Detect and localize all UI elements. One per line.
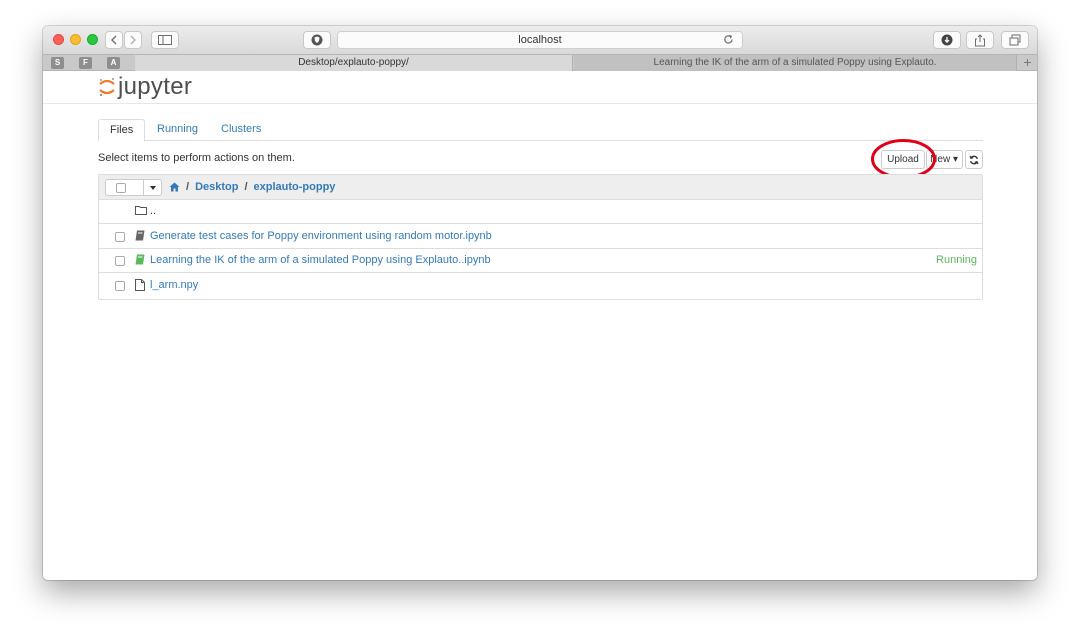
- breadcrumb-separator: /: [186, 181, 190, 193]
- back-button[interactable]: [105, 31, 123, 49]
- browser-tab-notebook[interactable]: Learning the IK of the arm of a simulate…: [574, 55, 1017, 71]
- file-name[interactable]: l_arm.npy: [150, 279, 198, 291]
- address-bar[interactable]: localhost: [337, 31, 743, 49]
- browser-window: localhost S F A Desktop/explauto-poppy/ …: [43, 26, 1037, 580]
- browser-toolbar: localhost: [43, 26, 1037, 54]
- list-item-parent[interactable]: ..: [99, 200, 982, 224]
- chevron-right-icon: [130, 35, 136, 45]
- row-checkbox[interactable]: [115, 281, 125, 291]
- tabs-overview-icon: [1009, 34, 1021, 46]
- forward-button[interactable]: [124, 31, 142, 49]
- home-icon[interactable]: [169, 182, 180, 192]
- refresh-icon: [969, 155, 979, 164]
- minimize-window-button[interactable]: [70, 34, 81, 45]
- jupyter-tabs: Files Running Clusters: [98, 119, 983, 142]
- row-checkbox[interactable]: [115, 256, 125, 266]
- caret-down-icon[interactable]: [150, 186, 156, 190]
- folder-icon: [135, 206, 147, 215]
- breadcrumb-separator: /: [244, 181, 248, 193]
- file-name[interactable]: ..: [150, 205, 156, 217]
- select-all-dropdown[interactable]: [105, 179, 162, 196]
- tab-clusters[interactable]: Clusters: [210, 119, 272, 141]
- breadcrumb: / Desktop / explauto-poppy: [169, 181, 335, 193]
- jupyter-logo-icon: [99, 78, 115, 96]
- chevron-left-icon: [111, 35, 117, 45]
- breadcrumb-desktop[interactable]: Desktop: [195, 181, 238, 193]
- upload-button[interactable]: Upload: [881, 150, 925, 169]
- browser-tab-bar: S F A Desktop/explauto-poppy/ Learning t…: [43, 54, 1037, 71]
- jupyter-logo[interactable]: jupyter: [98, 73, 192, 101]
- downloads-button[interactable]: [933, 31, 961, 49]
- share-button[interactable]: [966, 31, 994, 49]
- favorite-a[interactable]: A: [107, 57, 120, 69]
- new-dropdown-button[interactable]: New ▾: [926, 150, 963, 169]
- notebook-running-icon: [135, 254, 145, 265]
- reload-icon[interactable]: [723, 34, 734, 45]
- running-status: Running: [936, 254, 977, 266]
- instructions-text: Select items to perform actions on them.: [98, 152, 295, 164]
- sidebar-icon: [158, 35, 172, 45]
- list-item[interactable]: l_arm.npy: [99, 274, 982, 298]
- file-list-header: / Desktop / explauto-poppy: [99, 175, 982, 200]
- favorite-s[interactable]: S: [51, 57, 64, 69]
- address-text: localhost: [518, 34, 562, 46]
- file-name[interactable]: Generate test cases for Poppy environmen…: [150, 230, 492, 242]
- download-icon: [941, 34, 953, 46]
- tab-running[interactable]: Running: [146, 119, 209, 141]
- logo-text: jupyter: [118, 73, 193, 100]
- divider: [143, 180, 144, 195]
- new-label: New: [930, 154, 951, 165]
- select-all-checkbox[interactable]: [116, 183, 126, 193]
- privacy-button[interactable]: [303, 31, 331, 49]
- file-name[interactable]: Learning the IK of the arm of a simulate…: [150, 254, 491, 266]
- jupyter-header: jupyter: [43, 71, 1037, 104]
- caret-down-icon: ▾: [952, 154, 958, 165]
- file-list: / Desktop / explauto-poppy .. Generate t…: [98, 174, 983, 300]
- shield-icon: [311, 34, 323, 46]
- favorite-f[interactable]: F: [79, 57, 92, 69]
- notebook-icon: [135, 230, 145, 241]
- tab-files[interactable]: Files: [98, 119, 146, 142]
- jupyter-page: jupyter Files Running Clusters Select it…: [43, 71, 1037, 580]
- share-icon: [975, 33, 985, 46]
- breadcrumb-explauto-poppy[interactable]: explauto-poppy: [254, 181, 336, 193]
- show-tabs-button[interactable]: [1001, 31, 1029, 49]
- browser-tab-active[interactable]: Desktop/explauto-poppy/: [135, 55, 573, 71]
- list-item[interactable]: Generate test cases for Poppy environmen…: [99, 225, 982, 249]
- close-window-button[interactable]: [53, 34, 64, 45]
- tab-title: Desktop/explauto-poppy/: [298, 57, 409, 68]
- tab-title: Learning the IK of the arm of a simulate…: [653, 57, 937, 68]
- file-icon: [135, 279, 145, 291]
- sidebar-toggle-button[interactable]: [151, 31, 179, 49]
- list-item[interactable]: Learning the IK of the arm of a simulate…: [99, 249, 982, 273]
- refresh-button[interactable]: [965, 150, 983, 169]
- maximize-window-button[interactable]: [87, 34, 98, 45]
- new-tab-button[interactable]: +: [1018, 55, 1037, 71]
- row-checkbox[interactable]: [115, 232, 125, 242]
